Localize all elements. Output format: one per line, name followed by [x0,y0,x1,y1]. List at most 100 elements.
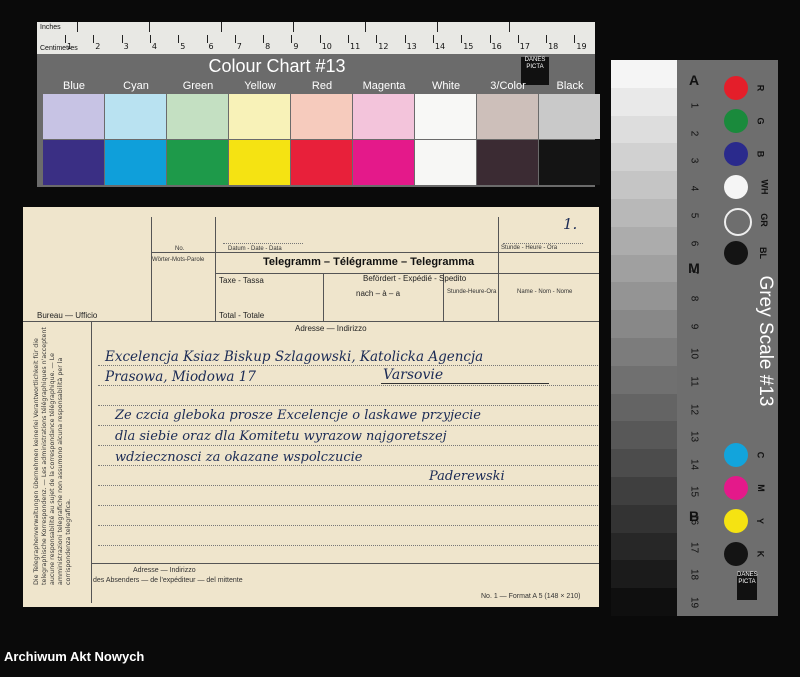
grey-step [611,171,677,200]
swatch-label: Yellow [244,80,276,92]
color-dot-k [724,542,748,566]
grey-step [611,421,677,450]
swatch-dark [291,140,352,185]
grey-step-number: 17 [688,541,700,553]
ruler-cm-label: 7 [236,42,242,51]
swatch-dark [167,140,228,185]
ruler-cm-label: 4 [151,42,157,51]
grey-step [611,310,677,339]
grey-step-number: 15 [688,486,700,498]
grey-step-number: 5 [688,213,700,219]
ruler-cm-label: 13 [406,42,417,51]
color-dot-label: GR [758,213,769,227]
swatch-light [477,94,538,139]
swatch-label: Red [311,80,333,92]
grey-step [611,282,677,311]
page-number: 1. [563,215,578,233]
swatch-dark [105,140,166,185]
ruler-cm-label: 8 [265,42,271,51]
telegram-title: Telegramm – Télégramme – Telegramma [263,256,475,268]
form-format-footer: No. 1 — Format A 5 (148 × 210) [481,593,581,600]
hour-label-2: Stunde-Heure-Ora [447,289,497,295]
sender-address-label: Adresse — Indirizzo [133,567,196,574]
ruler-cm-tick [178,35,180,43]
bureau-label: Bureau — Ufficio [37,311,98,320]
grey-step-number: 16 [688,513,700,526]
grey-step [611,87,677,116]
color-dot-bl [724,241,748,265]
ruler-cm-tick [546,35,548,43]
color-dot-label: C [755,451,766,459]
ruler-cm-label: 15 [463,42,474,51]
ruler-cm-label: 12 [378,42,389,51]
color-dot-m [724,476,748,500]
color-dot-label: Y [755,517,766,525]
ruler-inch-tick [437,22,438,32]
address-city: Varsovie [383,367,444,383]
ruler-cm-label: 14 [434,42,446,51]
ruler-cm-label: 3 [123,42,129,51]
swatch-light [43,94,104,139]
grey-step-number: 2 [688,130,700,136]
ruler-cm-label: 19 [576,42,587,51]
grey-step [611,560,677,589]
grey-step [611,449,677,478]
words-label: Wörter-Mots-Parole [152,257,205,263]
color-dot-label: K [755,550,766,558]
grey-step [611,588,677,617]
grey-step [611,143,677,172]
grey-step-number: 18 [688,569,700,581]
sender-label: des Absenders — de l'expéditeur — del mi… [93,577,243,584]
no-label: No. [175,246,185,252]
telegram-form: No. Wörter-Mots-Parole Datum - Date - Da… [23,207,599,607]
ruler-cm-label: 9 [293,42,299,51]
grey-step [611,254,677,283]
grey-step [611,477,677,505]
grey-scale-card: A M B 1 2 3 4 5 6 7 8 9 10 11 12 13 14 15 16 17 18 19 RGBW… [611,60,778,617]
ruler-cm-label: 6 [208,42,214,51]
swatch-light [539,94,600,139]
color-dot-label: G [755,117,766,125]
color-dot-label: BL [758,247,768,259]
grey-step [611,365,677,394]
ruler-cm-tick [404,35,406,43]
color-dot-c [724,443,748,467]
unit-inches: Inches [40,24,61,31]
ruler-cm-label: 16 [491,42,502,51]
swatch-light [229,94,290,139]
ruler-cm-tick [263,35,265,43]
ruler-cm-tick [517,35,519,43]
grey-step-number: 14 [688,458,700,470]
swatch-label: Cyan [123,80,149,92]
swatch-label: Black [556,80,584,92]
ruler-cm-label: 17 [519,42,530,51]
ruler: Inches Centimetres 1 2 3 4 5 6 7 8 9 10 11 12 13 14 15… [37,22,595,54]
swatch-label: Green [182,80,214,92]
chart-title: Colour Chart #13 [208,56,346,76]
swatch-light [105,94,166,139]
grey-letter-a: A [688,72,700,88]
swatch-dark [415,140,476,185]
ruler-cm-tick [461,35,463,43]
grey-step-number: 19 [688,596,700,608]
grey-scale-title: Grey Scale #13 [755,275,776,407]
message-line-3: wdziecznosci za okazane wspolczucie [115,450,363,465]
ruler-inch-tick [293,22,294,32]
ruler-inch-tick [149,22,150,32]
ruler-cm-label: 18 [548,42,559,51]
swatch-light [291,94,352,139]
color-dot-y [724,509,748,533]
swatch-light [167,94,228,139]
swatch-dark [229,140,290,185]
color-dot-label: WH [759,179,770,195]
grey-step-number: 11 [688,376,700,387]
color-dot-label: R [755,84,766,92]
date-label: Datum - Date - Data [228,246,282,252]
grey-step [611,504,677,533]
total-label: Total - Totale [219,311,265,320]
color-dot-label: B [755,150,766,158]
color-dot-gr [724,208,752,236]
address-label: Adresse — Indirizzo [295,324,367,333]
ruler-cm-label: 1 [67,42,73,51]
swatch-light [353,94,414,139]
